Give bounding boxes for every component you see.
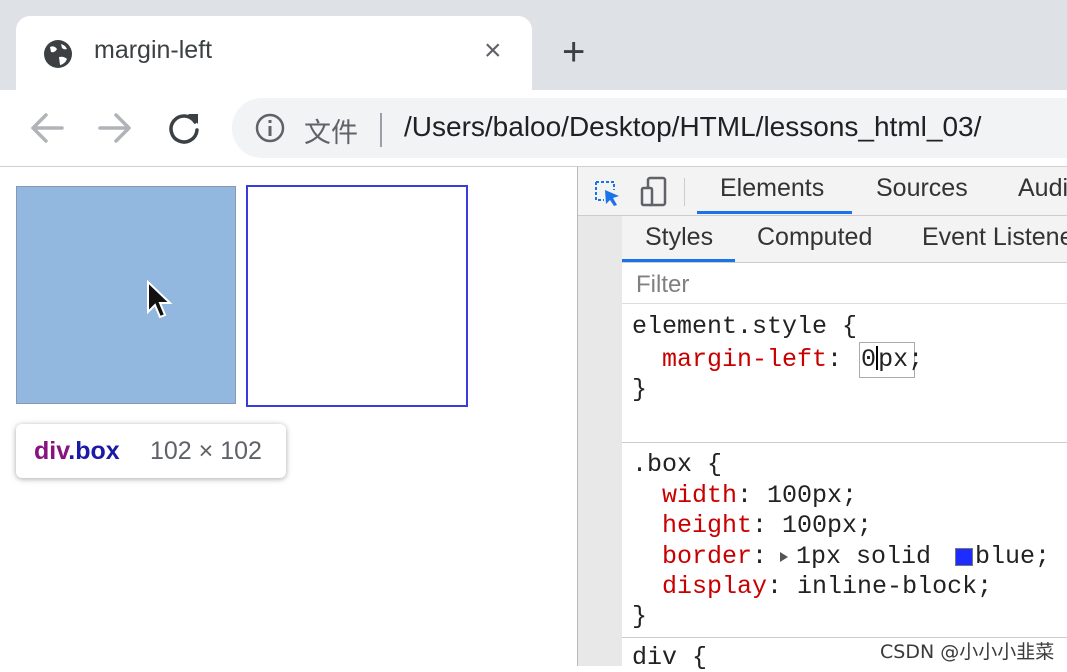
property-value[interactable]: 1px solid bbox=[796, 542, 946, 571]
close-tab-button[interactable]: × bbox=[484, 34, 502, 68]
property-name[interactable]: border bbox=[662, 542, 752, 571]
declaration-width[interactable]: width: 100px; bbox=[662, 481, 857, 510]
styles-filter-input[interactable]: Filter bbox=[636, 271, 689, 299]
rule-selector[interactable]: div { bbox=[632, 643, 707, 672]
property-name[interactable]: display bbox=[662, 572, 767, 601]
tab-audits[interactable]: Audi bbox=[1018, 174, 1067, 203]
reload-icon[interactable] bbox=[166, 110, 202, 146]
rule-selector[interactable]: element.style { bbox=[632, 312, 857, 341]
forward-icon[interactable] bbox=[96, 110, 134, 146]
rule-close: } bbox=[632, 602, 648, 631]
active-subtab-indicator bbox=[622, 259, 735, 262]
url-text[interactable]: /Users/baloo/Desktop/HTML/lessons_html_0… bbox=[404, 111, 981, 143]
device-toolbar-icon[interactable] bbox=[640, 176, 668, 208]
second-box[interactable] bbox=[246, 185, 468, 407]
declaration-display[interactable]: display: inline-block; bbox=[662, 572, 992, 601]
active-tab-indicator bbox=[697, 211, 852, 214]
tab-sources[interactable]: Sources bbox=[876, 174, 968, 203]
back-icon[interactable] bbox=[28, 110, 66, 146]
declaration-border[interactable]: border: bbox=[662, 542, 782, 571]
tab-title: margin-left bbox=[94, 36, 213, 64]
tab-elements[interactable]: Elements bbox=[720, 174, 824, 203]
color-name[interactable]: blue bbox=[975, 542, 1035, 571]
declaration-end: ; bbox=[1035, 542, 1051, 571]
new-tab-button[interactable]: + bbox=[562, 30, 585, 74]
subtab-computed[interactable]: Computed bbox=[757, 223, 872, 252]
inspect-element-icon[interactable] bbox=[592, 178, 622, 208]
elements-tree-edge bbox=[578, 216, 622, 666]
globe-icon bbox=[44, 40, 72, 68]
property-value[interactable]: inline-block; bbox=[797, 572, 992, 601]
property-value[interactable]: 100px; bbox=[782, 511, 872, 540]
value-after-caret[interactable]: px bbox=[878, 345, 908, 374]
property-name[interactable]: margin-left bbox=[662, 345, 827, 374]
expand-triangle-icon[interactable] bbox=[779, 551, 789, 563]
tooltip-tag: div bbox=[34, 437, 69, 465]
property-value[interactable]: 100px; bbox=[767, 481, 857, 510]
border-value[interactable]: 1px solid bbox=[796, 542, 946, 571]
border-color-value[interactable]: blue; bbox=[975, 542, 1050, 571]
value-before-caret[interactable]: 0 bbox=[861, 345, 876, 374]
property-name[interactable]: height bbox=[662, 511, 752, 540]
omnibox-separator bbox=[380, 113, 382, 147]
info-icon[interactable] bbox=[254, 112, 286, 144]
rule-close: } bbox=[632, 375, 648, 404]
tooltip-class: .box bbox=[68, 437, 120, 465]
color-swatch[interactable] bbox=[955, 548, 973, 566]
subtab-event-listeners[interactable]: Event Listene bbox=[922, 223, 1067, 252]
csdn-watermark: CSDN @小小小韭菜 bbox=[880, 641, 1055, 663]
toolbar-separator bbox=[684, 178, 685, 206]
declaration-margin-left[interactable]: margin-left: 0px; bbox=[662, 345, 923, 374]
tooltip-selector: div.box bbox=[34, 437, 120, 466]
hovered-box[interactable] bbox=[16, 186, 236, 404]
rule-selector[interactable]: .box { bbox=[632, 450, 722, 479]
declaration-height[interactable]: height: 100px; bbox=[662, 511, 872, 540]
tooltip-dimensions: 102 × 102 bbox=[150, 437, 262, 465]
subtab-styles[interactable]: Styles bbox=[645, 223, 713, 252]
mouse-pointer-icon bbox=[147, 280, 173, 319]
file-scheme-label: 文件 bbox=[304, 118, 358, 149]
tooltip-arrow bbox=[44, 410, 72, 424]
property-name[interactable]: width bbox=[662, 481, 737, 510]
